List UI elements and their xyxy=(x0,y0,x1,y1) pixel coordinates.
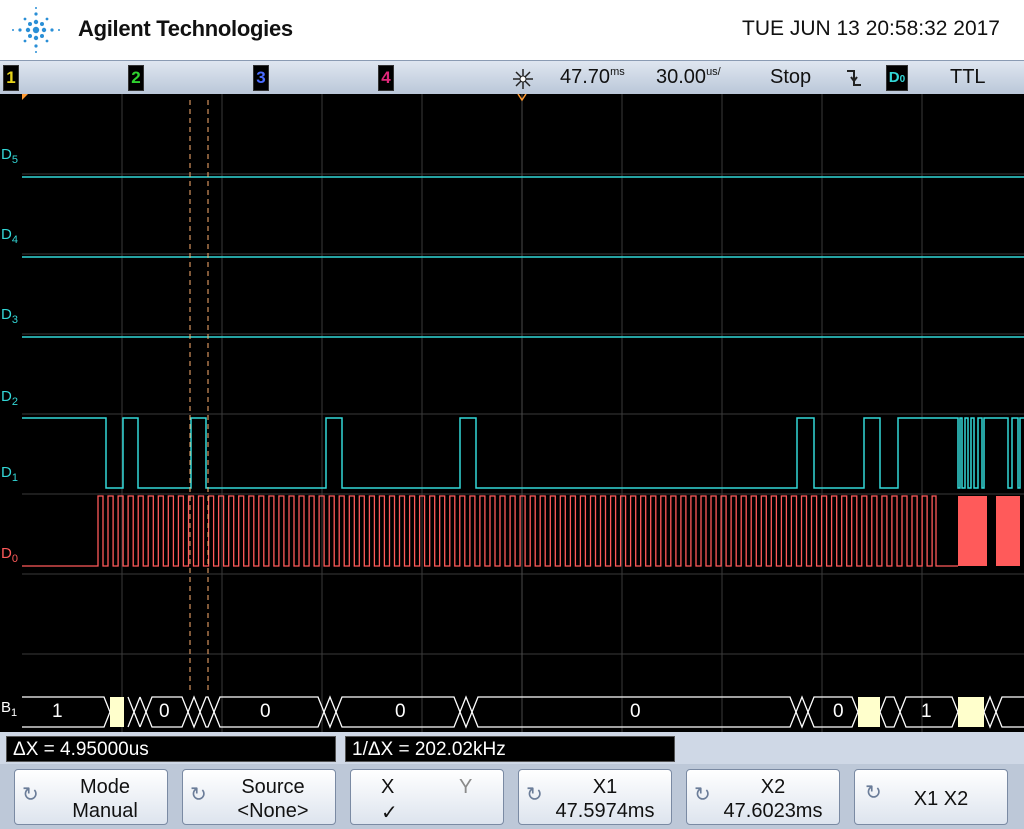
bus-value: 0 xyxy=(833,701,844,722)
softkey-bar: ↻ Mode Manual ↻ Source <None> X Y ✓ ↻ X1… xyxy=(0,764,1024,829)
x1-softkey[interactable]: ↻ X1 47.5974ms xyxy=(518,769,672,825)
x2-label: X2 xyxy=(760,776,786,798)
y-label: Y xyxy=(459,776,473,798)
status-bar: 1 2 3 4 47.70ms 30.00us/ Stop D0 TTL xyxy=(0,60,1024,96)
label-d2: D2 xyxy=(1,388,18,408)
xy-softkey[interactable]: X Y ✓ xyxy=(350,769,504,825)
delta-x-readout: ΔX = 4.95000us xyxy=(6,736,336,762)
channel-1-button[interactable]: 1 xyxy=(3,65,19,91)
channel-2-button[interactable]: 2 xyxy=(128,65,144,91)
source-softkey[interactable]: ↻ Source <None> xyxy=(182,769,336,825)
trace-d0-dense-2 xyxy=(996,496,1020,566)
x1x2-label: X1 X2 xyxy=(913,788,969,810)
label-d3: D3 xyxy=(1,306,18,326)
bus-value: 0 xyxy=(630,701,641,722)
source-value: <None> xyxy=(237,800,309,822)
trigger-position-icon xyxy=(513,69,533,89)
graticule xyxy=(22,94,1024,732)
time-scale: 30.00us/ xyxy=(656,66,721,88)
run-state: Stop xyxy=(770,66,812,88)
label-d1: D1 xyxy=(1,464,18,484)
bus-value: 1 xyxy=(52,701,63,722)
channel-4-button[interactable]: 4 xyxy=(378,65,394,91)
x1-value: 47.5974ms xyxy=(555,800,655,822)
label-b1: B1 xyxy=(1,699,18,719)
threshold-level: TTL xyxy=(950,66,986,88)
trigger-source-badge: D0 xyxy=(886,65,908,91)
bus-value: 1 xyxy=(921,701,932,722)
bus-value: 0 xyxy=(159,701,170,722)
mode-value: Manual xyxy=(72,800,138,822)
x2-softkey[interactable]: ↻ X2 47.6023ms xyxy=(686,769,840,825)
x1x2-softkey[interactable]: ↻ X1 X2 xyxy=(854,769,1008,825)
label-d4: D4 xyxy=(1,226,18,246)
label-d0: D0 xyxy=(1,545,18,565)
bus-value: 0 xyxy=(395,701,406,722)
x2-value: 47.6023ms xyxy=(723,800,823,822)
x1-label: X1 xyxy=(592,776,618,798)
time-offset: 47.70ms xyxy=(560,66,625,88)
time-scale-unit: us/ xyxy=(706,66,721,78)
bus-value: 0 xyxy=(260,701,271,722)
source-label: Source xyxy=(241,776,305,798)
channel-3-button[interactable]: 3 xyxy=(253,65,269,91)
x-label: X xyxy=(381,776,395,798)
brand-name: Agilent Technologies xyxy=(78,16,293,41)
time-offset-unit: ms xyxy=(610,66,625,78)
waveform-display[interactable]: D5 D4 D3 D2 D1 D0 B1 1 0 0 0 0 0 1 xyxy=(0,94,1024,732)
falling-edge-icon xyxy=(847,70,861,86)
inverse-delta-x-readout: 1/ΔX = 202.02kHz xyxy=(345,736,675,762)
measurement-bar: ΔX = 4.95000us 1/ΔX = 202.02kHz xyxy=(0,732,1024,764)
date-time: TUE JUN 13 20:58:32 2017 xyxy=(742,17,1000,40)
mode-softkey[interactable]: ↻ Mode Manual xyxy=(14,769,168,825)
trace-d0-dense-1 xyxy=(958,496,987,566)
label-d5: D5 xyxy=(1,146,18,166)
checkmark-icon: ✓ xyxy=(381,802,398,824)
agilent-logo-icon xyxy=(12,7,60,53)
mode-label: Mode xyxy=(79,776,131,798)
trace-d0 xyxy=(22,495,958,567)
trace-d1 xyxy=(22,417,1024,489)
header: Agilent Technologies TUE JUN 13 20:58:32… xyxy=(0,0,1024,60)
